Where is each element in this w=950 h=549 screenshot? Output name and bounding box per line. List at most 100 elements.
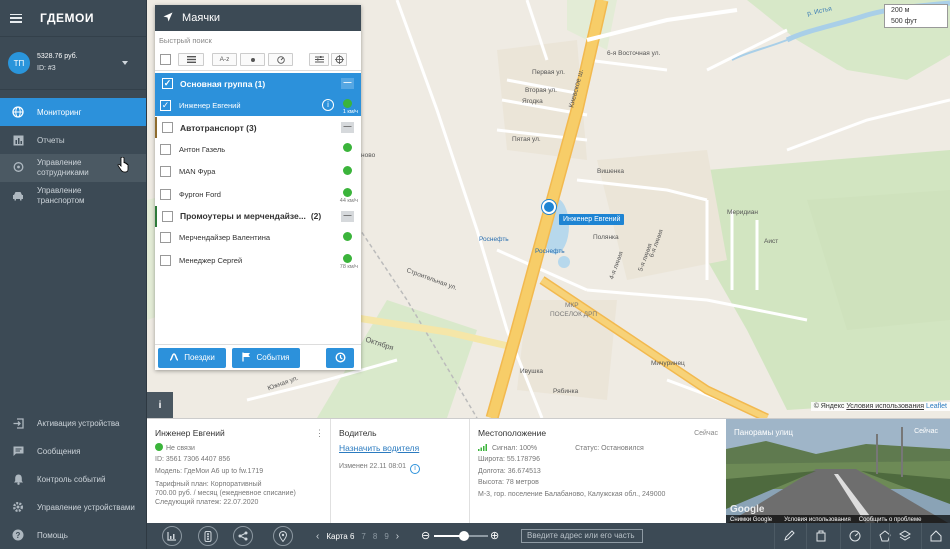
map-page[interactable]: 8 <box>373 532 377 541</box>
map-page[interactable]: 9 <box>384 532 388 541</box>
history-button[interactable] <box>326 347 354 368</box>
sort-az-button[interactable]: A-z <box>212 53 237 66</box>
info-toggle-button[interactable]: i <box>147 392 173 418</box>
collapse-button[interactable]: — <box>341 122 354 133</box>
history-map-button[interactable] <box>162 526 182 546</box>
speedometer-icon <box>276 55 285 64</box>
group-checkbox[interactable] <box>162 122 173 133</box>
zoom-slider[interactable]: ⊖ ⊕ <box>421 530 501 542</box>
sidebar-item-activation[interactable]: Активация устройства <box>0 409 147 437</box>
beacon-checkbox[interactable] <box>160 188 171 200</box>
sidebar-item-label: Управление устройствами <box>37 502 135 512</box>
home-icon <box>930 530 941 542</box>
panel-toolbar: A-z <box>155 49 361 71</box>
list-view-button[interactable] <box>178 53 204 66</box>
info-icon[interactable]: i <box>409 464 420 474</box>
beacon-checkbox[interactable] <box>160 232 171 244</box>
sidebar-item-events[interactable]: Контроль событий <box>0 465 147 493</box>
address-search-input[interactable]: Введите адрес или его часть <box>521 529 643 543</box>
bell-icon <box>12 473 24 485</box>
sidebar-item-messages[interactable]: Сообщения <box>0 437 147 465</box>
beacon-item[interactable]: Антон Газель <box>155 138 361 161</box>
collapse-button[interactable]: — <box>341 210 354 222</box>
chevron-right-icon[interactable]: › <box>396 531 399 542</box>
home-button[interactable] <box>921 523 949 549</box>
share-icon <box>238 531 248 541</box>
map-label: ново <box>361 152 376 159</box>
sidebar-item-devices[interactable]: Управление устройствами <box>0 493 147 521</box>
zoom-out-icon[interactable]: ⊖ <box>421 529 430 542</box>
device-model: Модель: ГдеМои А6 up to fw.1719 <box>155 467 264 475</box>
sidebar-item-reports[interactable]: Отчеты <box>0 126 146 154</box>
driver-changed: Изменен 22.11 08:01 <box>339 463 406 470</box>
beacons-panel: Маячки Быстрый поиск A-z ✓ Основная груп… <box>155 5 361 370</box>
group-checkbox[interactable] <box>162 210 173 222</box>
status-sort-button[interactable] <box>240 53 265 66</box>
beacon-item[interactable]: Менеджер Сергей 78 км/ч <box>155 249 361 272</box>
layers-icon <box>898 530 911 541</box>
svg-text:?: ? <box>16 531 21 540</box>
street-panorama[interactable]: Панорамы улиц Сейчас Google Снимки Googl… <box>726 419 950 524</box>
more-options-icon[interactable]: ⋮ <box>315 428 324 440</box>
traffic-button[interactable] <box>198 526 218 546</box>
movement-status: Статус: Остановился <box>575 444 644 452</box>
pencil-icon <box>783 530 795 541</box>
beacon-checkbox[interactable] <box>160 166 171 178</box>
speed-button[interactable] <box>840 523 868 549</box>
group-autotransport[interactable]: Автотранспорт (3) — <box>155 117 361 138</box>
menu-icon[interactable] <box>10 13 22 23</box>
tariff-price: 700.00 руб. / месяц (ежедневное списание… <box>155 490 296 497</box>
sidebar-item-transport[interactable]: Управление транспортом <box>0 182 146 210</box>
bottom-toolbar: ‹ Карта 6 7 8 9 › ⊖ ⊕ Введите адрес или … <box>147 523 950 549</box>
group-main[interactable]: ✓ Основная группа (1) — <box>155 73 361 94</box>
sidebar-item-help[interactable]: ? Помощь <box>0 521 147 549</box>
beacon-name: Фургон Ford <box>179 189 221 199</box>
sidebar-item-monitoring[interactable]: Мониторинг <box>0 98 146 126</box>
quick-search-input[interactable]: Быстрый поиск <box>155 31 361 49</box>
leaflet-link[interactable]: Leaflet <box>926 403 947 410</box>
trips-button[interactable]: Поездки <box>158 347 226 368</box>
map-label: Аист <box>764 238 779 245</box>
speed-sort-button[interactable] <box>268 53 293 66</box>
assign-driver-link[interactable]: Назначить водителя <box>339 443 419 453</box>
layers-button[interactable] <box>889 523 919 549</box>
beacon-marker-label[interactable]: Инженер Евгений <box>559 214 625 225</box>
panorama-terms-link[interactable]: Условия использования <box>784 517 851 523</box>
map-label: Полянка <box>593 234 619 241</box>
panorama-report-link[interactable]: Сообщить о проблеме <box>859 517 922 523</box>
chevron-left-icon[interactable]: ‹ <box>316 531 319 542</box>
map-label: Роснефть <box>479 236 509 243</box>
group-checkbox[interactable]: ✓ <box>162 78 173 89</box>
status-online-icon <box>343 231 352 241</box>
collapse-button[interactable]: — <box>341 78 354 89</box>
beacon-checkbox[interactable] <box>160 143 171 155</box>
zoom-knob[interactable] <box>458 531 469 541</box>
group-promoters[interactable]: Промоутеры и мерчендайзе... (2) — <box>155 205 361 227</box>
filter-settings-button[interactable] <box>309 53 329 66</box>
map-label: Ягодка <box>522 98 543 105</box>
beacon-checkbox[interactable] <box>160 254 171 266</box>
beacon-checkbox[interactable]: ✓ <box>160 99 171 111</box>
draw-button[interactable] <box>774 523 802 549</box>
account-switcher[interactable]: ТП 5328.76 руб. ID: #3 <box>0 36 146 90</box>
beacon-marker[interactable] <box>542 200 556 214</box>
tracker-button[interactable] <box>806 523 834 549</box>
status-online-icon <box>343 188 352 197</box>
events-button[interactable]: События <box>232 347 300 368</box>
share-button[interactable] <box>233 526 253 546</box>
help-icon: ? <box>12 529 24 541</box>
beacon-item[interactable]: Мерчендайзер Валентина <box>155 227 361 250</box>
location-button[interactable] <box>273 526 293 546</box>
select-all-checkbox[interactable] <box>160 54 171 65</box>
zoom-in-icon[interactable]: ⊕ <box>490 529 499 542</box>
info-icon[interactable]: i <box>322 99 334 111</box>
logo: ГДЕМОИ <box>40 11 95 25</box>
terms-link[interactable]: Условия использования <box>846 403 924 410</box>
beacon-item[interactable]: Фургон Ford 44 км/ч <box>155 183 361 206</box>
chevron-down-icon[interactable] <box>122 61 128 65</box>
locate-button[interactable] <box>331 53 347 66</box>
map-page[interactable]: 7 <box>361 532 365 541</box>
group-name: Промоутеры и мерчендайзе... <box>180 211 306 221</box>
beacon-item[interactable]: MAN Фура <box>155 161 361 184</box>
beacon-item[interactable]: ✓ Инженер Евгений i 1 км/ч <box>155 94 361 116</box>
